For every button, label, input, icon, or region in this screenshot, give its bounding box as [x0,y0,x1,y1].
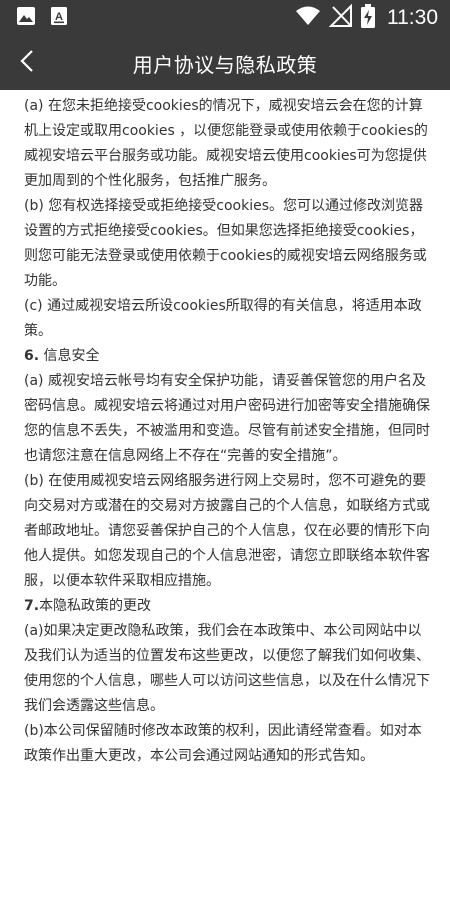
section-heading-security: 6. 信息安全 [24,344,432,369]
section-number: 7. [24,598,40,614]
page-title: 用户协议与隐私政策 [132,54,318,77]
cookies-paragraph-b: (b) 您有权选择接受或拒绝接受cookies。您可以通过修改浏览器设置的方式拒… [24,198,427,289]
cookies-paragraph-a: (a) 在您未拒绝接受cookies的情况下，威视安培云会在您的计算机上设定或取… [24,98,428,189]
security-paragraph-b: (b) 在使用威视安培云网络服务进行网上交易时，您不可避免的要向交易对方或潜在的… [24,473,430,589]
back-button[interactable] [8,43,48,83]
text-app-icon: A [50,6,68,30]
status-left: A [16,6,68,30]
changes-paragraph-a: (a)如果决定更改隐私政策，我们会在本政策中、本公司网站中以及我们认为适当的位置… [24,623,430,714]
security-paragraph-a: (a) 威视安培云帐号均有安全保护功能，请妥善保管您的用户名及密码信息。威视安培… [24,373,430,464]
section-title: 本隐私政策的更改 [39,598,152,614]
section-heading-changes: 7.本隐私政策的更改 [24,594,432,619]
changes-paragraph-b: (b)本公司保留随时修改本政策的权利，因此请经常查看。如对本政策作出重大更改，本… [24,723,422,764]
section-title: 信息安全 [39,348,100,364]
wifi-icon [295,5,321,31]
app-bar: 用户协议与隐私政策 [0,36,450,90]
svg-text:A: A [55,11,63,23]
status-right: 11:30 [295,3,438,32]
battery-charging-icon [361,4,375,32]
section-number: 6. [24,348,40,364]
no-signal-icon [328,3,353,32]
back-arrow-icon [18,49,38,77]
cookies-paragraph-c: (c) 通过威视安培云所设cookies所取得的有关信息，将适用本政策。 [24,298,422,339]
policy-content[interactable]: (a) 在您未拒绝接受cookies的情况下，威视安培云会在您的计算机上设定或取… [0,90,450,900]
image-icon [16,6,36,30]
status-bar: A 11:30 [0,0,450,36]
status-time: 11:30 [387,6,438,29]
